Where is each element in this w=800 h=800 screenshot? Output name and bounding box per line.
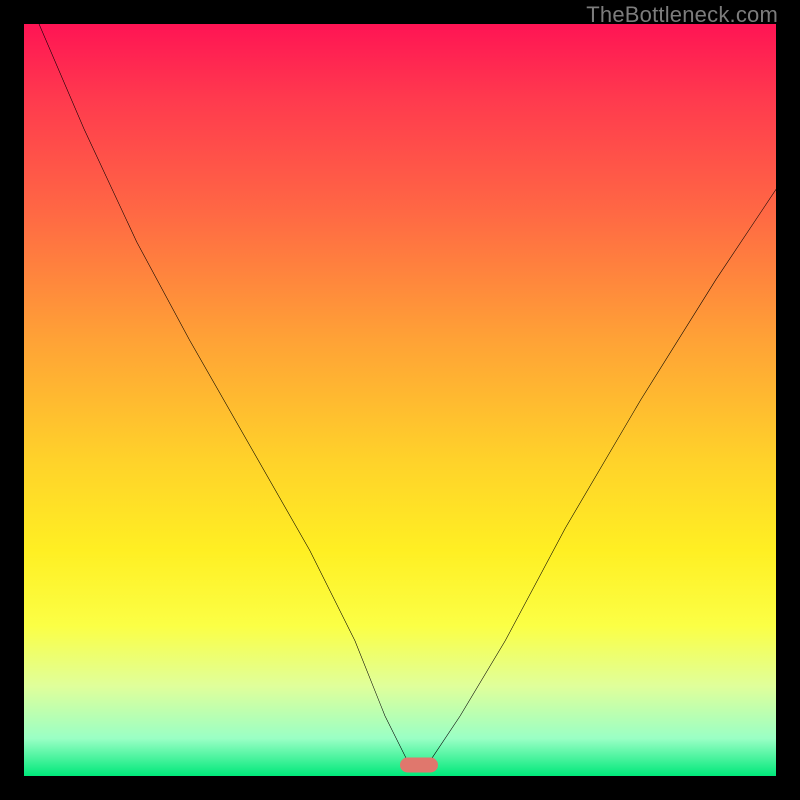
chart-frame: TheBottleneck.com xyxy=(0,0,800,800)
watermark-text: TheBottleneck.com xyxy=(586,2,778,28)
min-marker xyxy=(400,757,438,772)
chart-gradient-background xyxy=(24,24,776,776)
chart-curve xyxy=(24,24,776,776)
bottleneck-curve-path xyxy=(39,24,776,761)
